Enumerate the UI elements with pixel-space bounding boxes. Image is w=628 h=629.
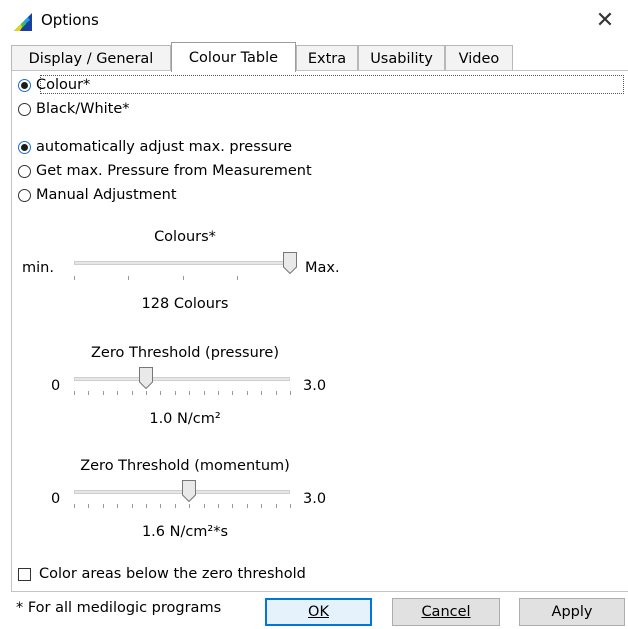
momentum-slider-title: Zero Threshold (momentum) [80,458,290,474]
slider-tick [175,391,176,395]
slider-tick [290,504,291,508]
momentum-min-label: 0 [51,491,61,507]
apply-label: Apply [551,604,593,620]
tab-colour-table[interactable]: Colour Table [171,42,296,72]
momentum-max-label: 3.0 [303,491,327,507]
radio-label: Manual Adjustment [36,187,177,203]
slider-tick [132,391,133,395]
slider-tick [237,276,238,280]
pressure-value: 1.0 N/cm² [149,411,221,427]
slider-tick [204,391,205,395]
window-title: Options [41,11,99,29]
ok-button[interactable]: OK [265,598,372,626]
footer-note: * For all medilogic programs [16,600,222,616]
close-button[interactable]: ✕ [590,8,620,34]
slider-tick [247,391,248,395]
slider-track [74,261,296,265]
slider-tick [146,391,147,395]
radio-black-white[interactable]: Black/White* [18,99,130,119]
slider-tick [175,504,176,508]
slider-tick [128,276,129,280]
tab-label: Usability [370,50,433,67]
checkbox-label: Color areas below the zero threshold [39,566,306,582]
slider-tick [74,391,75,395]
slider-tick [189,391,190,395]
radio-auto-adjust[interactable]: automatically adjust max. pressure [18,137,292,157]
ok-label: OK [308,604,329,620]
slider-tick [183,276,184,280]
slider-tick [204,504,205,508]
close-icon: ✕ [595,8,615,33]
slider-tick [290,391,291,395]
slider-tick [218,391,219,395]
slider-thumb[interactable] [139,367,153,389]
cancel-label: Cancel [421,604,471,620]
slider-tick [117,391,118,395]
slider-tick [261,391,262,395]
tab-display-general[interactable]: Display / General [11,45,171,71]
options-dialog: Options ✕ Display / General Colour Table… [0,0,628,629]
pressure-min-label: 0 [51,378,61,394]
tab-label: Extra [307,50,347,67]
radio-from-measurement[interactable]: Get max. Pressure from Measurement [18,161,312,181]
radio-indicator [18,140,31,154]
cancel-button[interactable]: Cancel [392,598,500,626]
radio-label: Get max. Pressure from Measurement [36,163,312,179]
tab-label: Colour Table [188,49,279,66]
pressure-max-label: 3.0 [303,378,327,394]
slider-tick [218,504,219,508]
radio-indicator [18,78,31,92]
slider-tick [146,504,147,508]
tab-usability[interactable]: Usability [358,45,445,71]
title-bar: Options ✕ [0,0,628,40]
radio-manual[interactable]: Manual Adjustment [18,185,177,205]
slider-tick [160,504,161,508]
slider-tick [132,504,133,508]
slider-tick [74,504,75,508]
tab-strip: Display / General Colour Table Extra Usa… [11,42,628,72]
colours-value: 128 Colours [141,296,229,312]
slider-tick [160,391,161,395]
radio-indicator [18,188,31,202]
slider-tick [232,504,233,508]
focus-rect [40,75,624,94]
momentum-value: 1.6 N/cm²*s [141,524,229,540]
slider-thumb[interactable] [283,252,297,274]
slider-tick [276,391,277,395]
tab-label: Display / General [28,50,154,67]
apply-button[interactable]: Apply [519,598,625,626]
slider-track [74,377,290,381]
radio-colour[interactable]: Colour* [18,75,90,95]
radio-label: Black/White* [36,101,130,117]
slider-tick [261,504,262,508]
tab-video[interactable]: Video [445,45,513,71]
radio-label: Colour* [36,77,91,93]
colours-slider-title: Colours* [154,229,216,245]
tab-extra[interactable]: Extra [296,45,358,71]
slider-tick [247,504,248,508]
slider-tick [103,504,104,508]
slider-tick [189,504,190,508]
app-logo-icon [14,13,32,31]
color-below-zero-checkbox[interactable] [18,567,31,581]
slider-tick [88,504,89,508]
radio-label: automatically adjust max. pressure [36,139,293,155]
pressure-slider-title: Zero Threshold (pressure) [91,345,279,361]
radio-indicator [18,102,31,116]
color-below-zero-checkbox-row[interactable]: Color areas below the zero threshold [18,566,306,582]
tab-label: Video [458,50,500,67]
slider-tick [117,504,118,508]
slider-tick [276,504,277,508]
radio-indicator [18,164,31,178]
colours-min-label: min. [22,260,54,276]
slider-tick [88,391,89,395]
slider-tick [74,276,75,280]
slider-thumb[interactable] [182,480,196,502]
slider-tick [232,391,233,395]
slider-tick [103,391,104,395]
colours-max-label: Max. [305,260,340,276]
